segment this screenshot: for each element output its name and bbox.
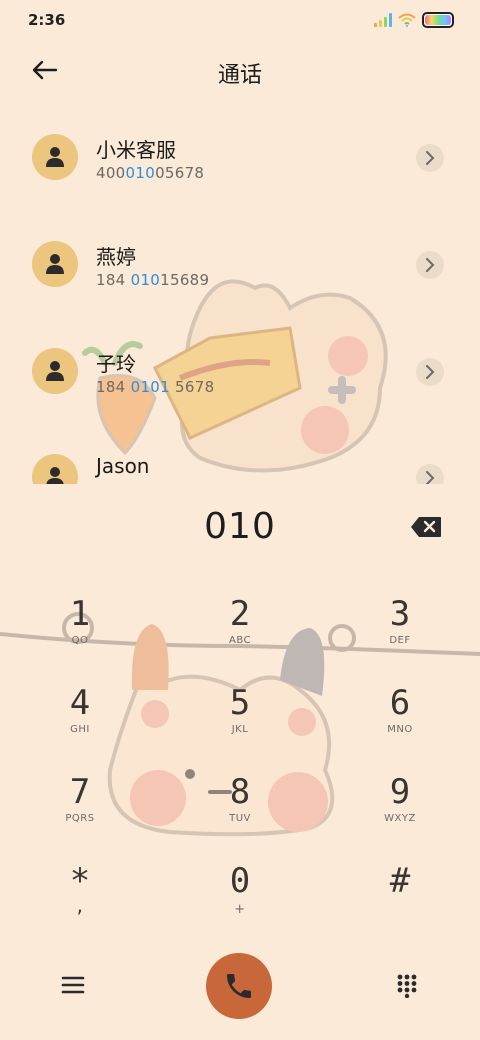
contact-detail-button[interactable] [416,358,444,386]
key-0[interactable]: 0 + [160,861,320,941]
chevron-right-icon [426,151,435,165]
contact-row[interactable]: 燕婷 184 01015689 [0,207,480,307]
wifi-icon [398,13,416,27]
contact-name: Jason [96,454,150,478]
person-icon [46,254,64,274]
key-7[interactable]: 7 PQRS [0,772,160,852]
call-button[interactable] [206,953,272,1019]
signal-icon [374,13,392,27]
contact-detail-button[interactable] [416,464,444,484]
key-9[interactable]: 9 WXYZ [320,772,480,852]
key-hash[interactable]: # [320,861,480,941]
chevron-right-icon [426,471,435,484]
contact-row[interactable]: 子玲 184 0101 5678 [0,314,480,414]
contact-name: 子玲 [96,352,136,376]
contact-number: 40001005678 [96,164,205,182]
status-bar: 2:36 [0,0,480,40]
key-5[interactable]: 5 JKL [160,683,320,763]
key-4[interactable]: 4 GHI [0,683,160,763]
key-2[interactable]: 2 ABC [160,594,320,674]
avatar [32,454,78,484]
contact-number: 184 0101 5678 [96,378,215,396]
avatar [32,134,78,180]
backspace-icon[interactable] [410,516,442,538]
avatar [32,348,78,394]
avatar [32,241,78,287]
matched-contacts-list: 小米客服 40001005678 燕婷 184 01015689 子玲 184 … [0,100,480,484]
key-1[interactable]: 1 QO [0,594,160,674]
contact-detail-button[interactable] [416,251,444,279]
dialpad-icon[interactable] [396,974,418,998]
chevron-right-icon [426,365,435,379]
status-icons [374,12,454,28]
person-icon [46,467,64,484]
contact-number: 184 01015689 [96,271,210,289]
key-8[interactable]: 8 TUV [160,772,320,852]
status-time: 2:36 [28,11,66,29]
key-3[interactable]: 3 DEF [320,594,480,674]
person-icon [46,361,64,381]
dialed-number-display[interactable]: 010 [0,506,480,547]
header: 通话 [0,48,480,92]
person-icon [46,147,64,167]
chevron-right-icon [426,258,435,272]
bottom-action-bar [0,950,480,1030]
menu-icon[interactable] [60,974,86,996]
contact-row[interactable]: 小米客服 40001005678 [0,100,480,200]
battery-icon [422,12,454,28]
page-title: 通话 [217,63,262,88]
contact-name: 小米客服 [96,138,176,162]
key-6[interactable]: 6 MNO [320,683,480,763]
contact-row[interactable]: Jason [0,420,480,484]
phone-icon [227,974,251,998]
contact-name: 燕婷 [96,245,136,269]
key-star[interactable]: *, [0,861,160,941]
contact-detail-button[interactable] [416,144,444,172]
